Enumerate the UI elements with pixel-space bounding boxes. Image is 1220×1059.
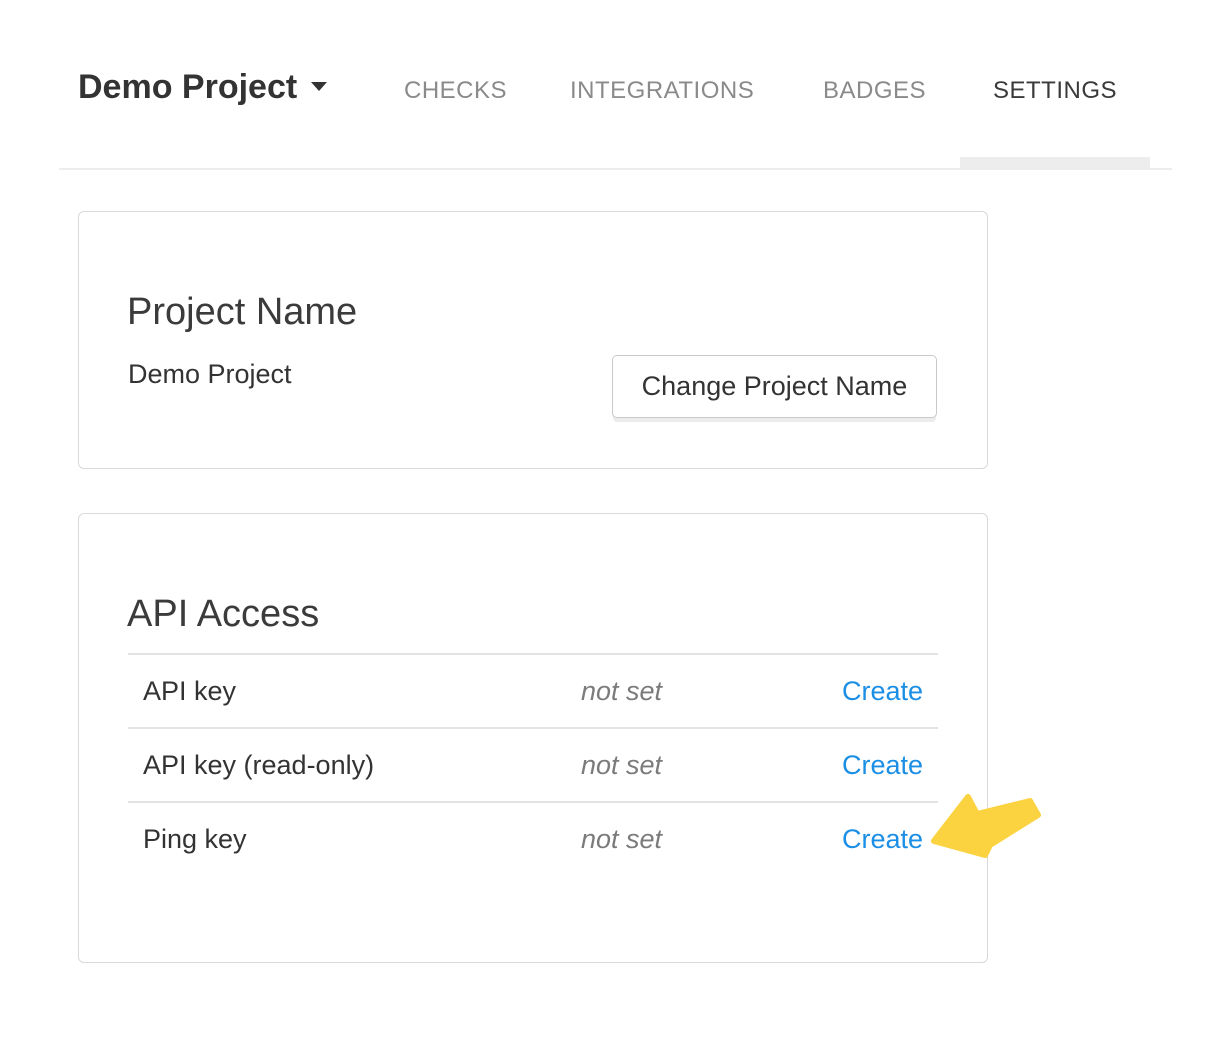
create-api-key-link[interactable]: Create <box>842 676 923 706</box>
header-divider <box>59 168 1172 170</box>
chevron-down-icon <box>311 82 327 91</box>
create-ping-key-link[interactable]: Create <box>842 824 923 854</box>
key-value-text: not set <box>581 824 842 854</box>
key-name-label: API key (read-only) <box>143 750 581 780</box>
project-name-card-title: Project Name <box>127 290 357 334</box>
key-name-label: API key <box>143 676 581 706</box>
tab-badges[interactable]: BADGES <box>823 79 926 103</box>
project-switcher-label: Demo Project <box>78 69 297 105</box>
key-value-text: not set <box>581 676 842 706</box>
table-row-api-key: API key not set Create <box>128 653 938 727</box>
table-row-api-key-readonly: API key (read-only) not set Create <box>128 727 938 801</box>
project-switcher-dropdown[interactable]: Demo Project <box>78 69 327 105</box>
api-access-card: API Access API key not set Create API ke… <box>78 513 988 963</box>
project-name-card: Project Name Demo Project Change Project… <box>78 211 988 469</box>
tab-checks[interactable]: CHECKS <box>404 79 507 103</box>
settings-page: Demo Project CHECKS INTEGRATIONS BADGES … <box>0 0 1220 1059</box>
table-row-ping-key: Ping key not set Create <box>128 801 938 875</box>
api-access-card-title: API Access <box>127 592 319 636</box>
current-project-name: Demo Project <box>128 358 292 390</box>
key-name-label: Ping key <box>143 824 581 854</box>
change-project-name-button[interactable]: Change Project Name <box>612 355 937 418</box>
key-value-text: not set <box>581 750 842 780</box>
api-keys-table: API key not set Create API key (read-onl… <box>128 653 938 875</box>
tab-integrations[interactable]: INTEGRATIONS <box>570 79 754 103</box>
tab-settings[interactable]: SETTINGS <box>993 79 1117 103</box>
create-readonly-api-key-link[interactable]: Create <box>842 750 923 780</box>
